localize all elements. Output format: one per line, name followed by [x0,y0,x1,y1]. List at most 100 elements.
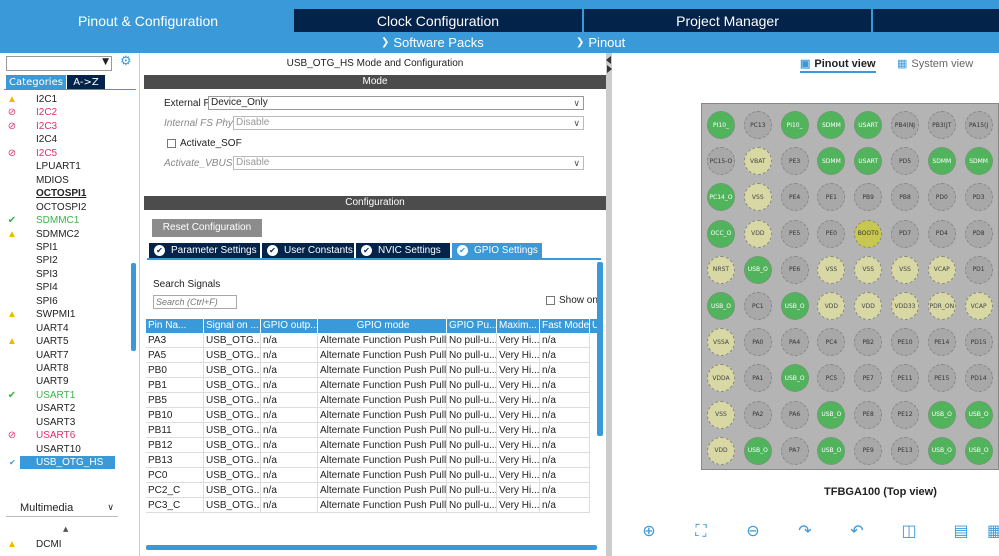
chip-pin[interactable]: VSS [707,400,735,429]
table-cell[interactable]: Very Hi... [497,498,540,513]
column-header[interactable]: GPIO outp... [261,319,318,333]
software-packs-menu[interactable]: ❯ Software Packs [381,32,484,53]
chip-pin[interactable]: PE11 [891,364,919,393]
table-cell[interactable]: PC2_C [146,483,204,498]
chip-pin[interactable]: BOOT0 [854,219,883,248]
chip-pin[interactable]: PA6 [780,400,809,429]
chip-pin[interactable]: PB3(JT [927,111,956,139]
chip-pin[interactable]: VDD [854,292,883,320]
table-cell[interactable]: n/a [540,333,590,348]
chip-pin[interactable]: PE3 [780,147,809,176]
table-cell[interactable]: USB_OTG... [204,468,261,483]
list-scrollbar[interactable] [131,263,136,351]
tab-gpio-settings[interactable]: ✔ GPIO Settings [452,243,542,258]
table-cell[interactable]: Very Hi... [497,408,540,423]
table-cell[interactable]: Very Hi... [497,423,540,438]
table-cell[interactable]: Very Hi... [497,333,540,348]
chip-pin[interactable]: PB4(NJ [891,111,919,139]
chip-pin[interactable]: USART [854,147,883,176]
table-cell[interactable]: Alternate Function Push Pull [318,408,447,423]
table-cell[interactable]: PB13 [146,453,204,468]
table-cell[interactable]: Alternate Function Push Pull [318,438,447,453]
reset-configuration-button[interactable]: Reset Configuration [152,219,262,237]
list-item[interactable]: ✔ USB_OTG_HS [7,456,115,470]
tab-tools[interactable] [873,9,999,32]
tab-categories[interactable]: Categories [6,75,66,89]
table-cell[interactable]: No pull-u... [447,408,497,423]
chip-pin[interactable]: PA15(J [964,111,993,139]
chip-pin[interactable]: SDMM [964,147,993,176]
tab-pinout-configuration[interactable]: Pinout & Configuration [4,9,292,32]
chip-pin[interactable]: PE12 [891,400,919,429]
chip-pin[interactable]: VBAT [743,147,772,176]
pinout-menu[interactable]: ❯ Pinout [576,32,625,53]
chip-pin[interactable]: PA4 [780,328,809,357]
chip-pin[interactable]: PC13 [743,111,772,139]
table-cell[interactable]: Very Hi... [497,468,540,483]
chip-pin[interactable]: USART [854,111,883,139]
table-cell[interactable]: Alternate Function Push Pull [318,498,447,513]
table-cell[interactable]: No pull-u... [447,498,497,513]
activate-sof-checkbox[interactable] [167,139,176,148]
chip-pin[interactable]: PD8 [964,219,993,248]
column-header[interactable]: Maxim... [497,319,540,333]
chip-pin[interactable]: VDDA [707,364,735,393]
chip-pin[interactable]: PC14_O [707,183,735,212]
chip-pin[interactable]: PE14 [927,328,956,357]
chip-pin[interactable]: PB8 [891,183,919,212]
table-cell[interactable]: No pull-u... [447,468,497,483]
chip-pin[interactable]: VSS [854,255,883,284]
chip-pin[interactable]: SDMM [817,147,846,176]
table-cell[interactable]: n/a [261,333,318,348]
chip-pin[interactable]: USB_O [817,400,846,429]
flip-icon[interactable]: ◫ [899,521,919,541]
chip-pin[interactable]: OCC_O [707,219,735,248]
chip-pin[interactable]: USB_O [780,364,809,393]
table-cell[interactable]: No pull-u... [447,438,497,453]
chip-pin[interactable]: VSS [891,255,919,284]
chip-pin[interactable]: VCAP [964,292,993,320]
table-cell[interactable]: USB_OTG... [204,393,261,408]
chip-pin[interactable]: VSS [743,183,772,212]
table-cell[interactable]: n/a [261,423,318,438]
table-horizontal-scrollbar[interactable] [146,545,597,550]
tab-parameter-settings[interactable]: ✔ Parameter Settings [149,243,260,258]
table-cell[interactable]: PB5 [146,393,204,408]
fit-to-screen-icon[interactable]: ⛶ [691,521,711,541]
chip-pin[interactable]: USB_O [964,400,993,429]
chip-pin[interactable]: PD15 [964,328,993,357]
show-only-modified-checkbox[interactable] [546,296,555,305]
table-cell[interactable]: No pull-u... [447,393,497,408]
table-cell[interactable]: PB11 [146,423,204,438]
chip-pin[interactable]: VDD [707,436,735,465]
chip-pin[interactable]: USB_O [817,436,846,465]
table-cell[interactable]: USB_OTG... [204,363,261,378]
table-cell[interactable]: n/a [540,393,590,408]
chip-pin[interactable]: PC15-O [707,147,735,176]
chip-pin[interactable]: PA7 [780,436,809,465]
chip-pin[interactable]: PE6 [780,255,809,284]
chip-pin[interactable]: VSSA [707,328,735,357]
table-cell[interactable]: Alternate Function Push Pull [318,453,447,468]
table-cell[interactable]: n/a [261,438,318,453]
chip-pin[interactable]: PE5 [780,219,809,248]
table-cell[interactable]: Very Hi... [497,378,540,393]
chip-pin[interactable]: USB_O [927,400,956,429]
table-cell[interactable]: n/a [261,483,318,498]
table-cell[interactable]: PB1 [146,378,204,393]
table-cell[interactable]: USB_OTG... [204,333,261,348]
collapse-left-icon[interactable] [606,56,611,64]
table-cell[interactable]: Alternate Function Push Pull [318,393,447,408]
chip-pin[interactable]: PC5 [817,364,846,393]
table-cell[interactable]: Alternate Function Push Pull [318,363,447,378]
chip-pin[interactable]: PA2 [743,400,772,429]
table-vertical-scrollbar[interactable] [597,262,603,436]
system-view-tab[interactable]: ▦ System view [897,57,973,70]
chip-pin[interactable]: USB_O [780,292,809,320]
table-cell[interactable]: n/a [540,423,590,438]
external-phy-select[interactable]: Device_Only ∨ [208,96,584,110]
table-cell[interactable]: No pull-u... [447,348,497,363]
table-cell[interactable]: Very Hi... [497,483,540,498]
chip-pin[interactable]: VDD33 [891,292,919,320]
search-signals-input[interactable] [153,295,237,309]
